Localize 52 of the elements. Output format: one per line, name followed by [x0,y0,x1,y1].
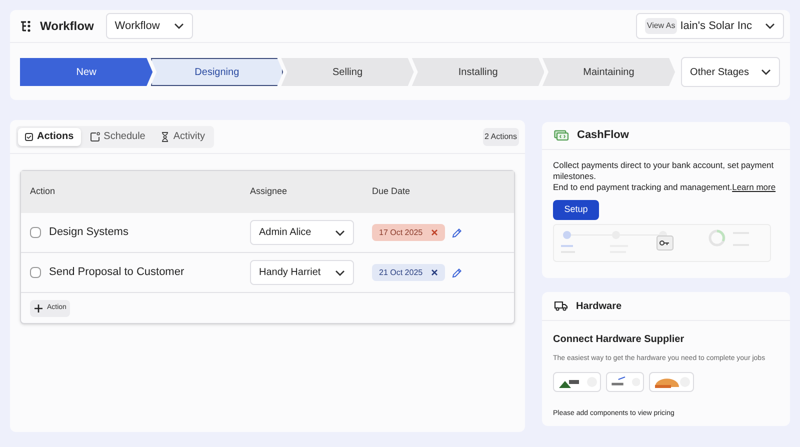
tab[interactable]: Activity [154,128,212,146]
company-name: Iain's Solar Inc [680,18,752,34]
tree-icon [20,20,32,32]
setup-button[interactable]: Setup [553,200,599,220]
card-title: Hardware [576,300,622,314]
due-date-chip: 21 Oct 2025 [372,264,445,281]
plus-icon [34,304,43,312]
checkbox[interactable] [30,267,41,278]
other-stages-select[interactable]: Other Stages [681,57,780,87]
actions-count-badge: 2 Actions [482,128,519,146]
column-header: Action [30,185,56,198]
description-text: Collect payments direct to your bank account, set payment milestones. [553,160,775,182]
stage-step[interactable]: Designing [150,58,284,86]
chevron-down-icon [760,69,771,75]
hourglass-icon [161,132,170,142]
section-heading: Connect Hardware Supplier [553,333,686,347]
view-as-label: View As [644,18,678,34]
learn-more-link[interactable]: Learn more [732,182,776,192]
action-name: Send Proposal to Customer [49,265,184,280]
chevron-down-icon [174,23,184,29]
stage-step[interactable]: Maintaining [542,58,676,86]
close-icon[interactable] [430,269,438,276]
column-header: Due Date [372,185,412,198]
assignee-select[interactable]: Handy Harriet [250,260,354,285]
checkbox-icon [25,132,33,140]
action-name: Design Systems [49,225,128,240]
supplier-button[interactable] [606,372,644,392]
workflow-select[interactable]: Workflow [106,13,193,39]
due-date-chip: 17 Oct 2025 [372,224,445,241]
truck-icon [554,301,568,311]
chevron-down-icon [335,270,345,276]
tab[interactable]: Actions [18,128,81,146]
money-icon [554,130,569,141]
stage-step[interactable]: Installing [412,58,544,86]
pencil-icon[interactable] [452,268,462,278]
supplier-button[interactable] [649,372,694,392]
chevron-down-icon [765,23,775,29]
column-header: Assignee [250,185,288,198]
calendar-icon [90,132,100,142]
chevron-down-icon [335,230,345,236]
stage-step[interactable]: Selling [281,58,414,86]
pencil-icon[interactable] [452,228,462,238]
view-as-select[interactable]: View As Iain's Solar Inc [636,13,784,39]
tab[interactable]: Schedule [82,128,152,146]
card-title: CashFlow [577,128,629,144]
panel-title: Workflow [40,18,94,35]
assignee-select[interactable]: Admin Alice [250,220,354,245]
stage-step[interactable]: New [20,58,153,86]
supplier-button[interactable] [553,372,601,392]
checkbox[interactable] [30,227,41,238]
close-icon[interactable] [430,229,438,236]
description-text: End to end payment tracking and management.Learn more [553,182,777,193]
